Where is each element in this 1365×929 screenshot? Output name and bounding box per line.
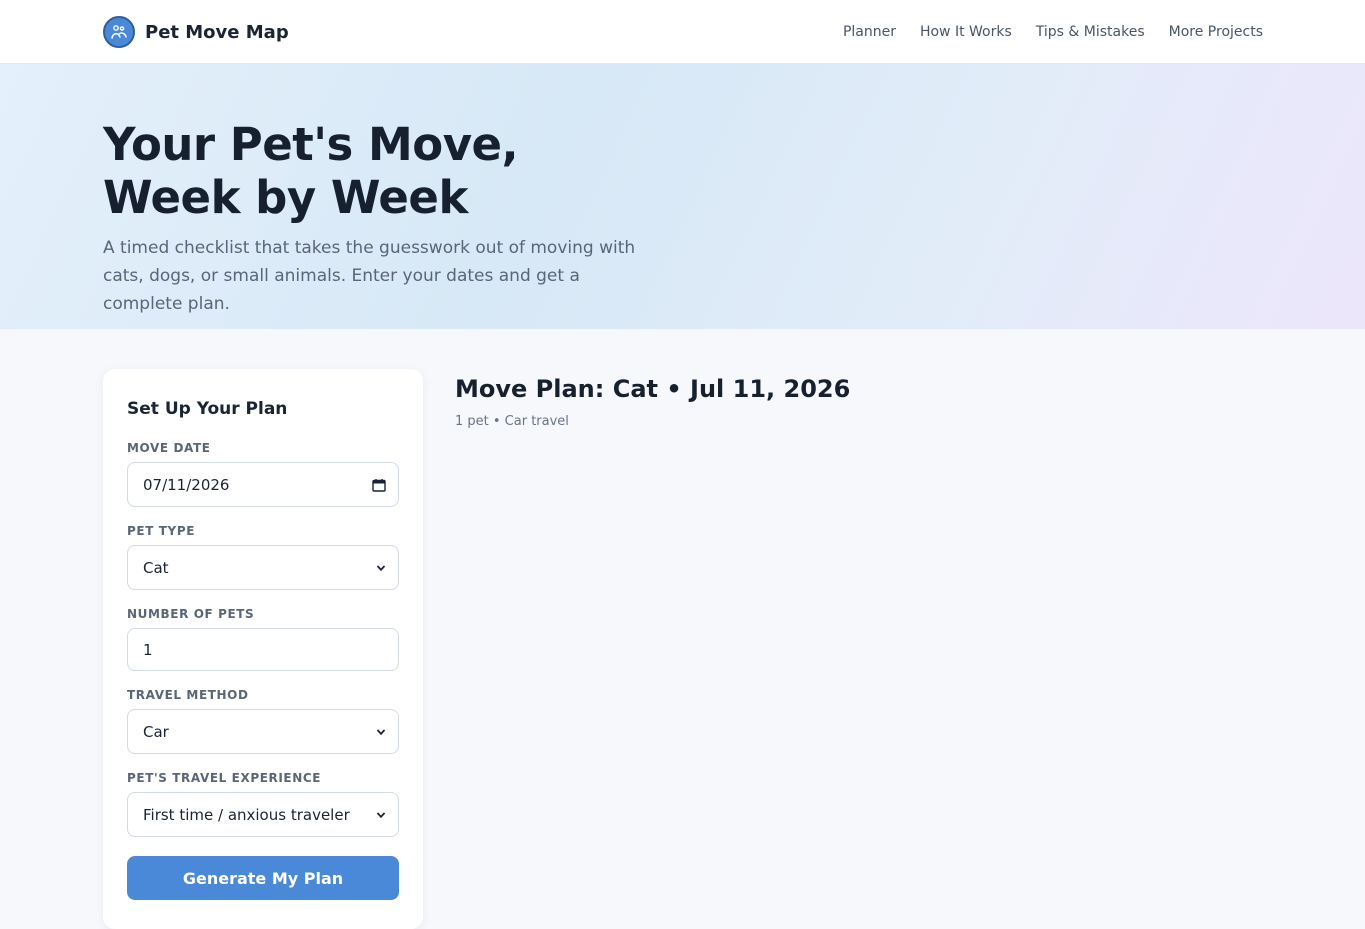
- num-pets-label: Number of Pets: [127, 607, 255, 621]
- experience-select[interactable]: First time / anxious traveler: [127, 792, 399, 837]
- experience-label: Pet's Travel Experience: [127, 771, 322, 785]
- hero-title-line-2: Week by Week: [103, 171, 468, 224]
- experience-field: Pet's Travel Experience First time / anx…: [127, 771, 399, 837]
- plan-title: Move Plan: Cat • Jul 11, 2026: [455, 375, 851, 403]
- pet-type-label: Pet Type: [127, 524, 196, 538]
- chevron-down-icon: [376, 564, 386, 571]
- num-pets-input[interactable]: 1: [127, 628, 399, 671]
- chevron-down-icon: [376, 811, 386, 818]
- nav-link-how-it-works[interactable]: How It Works: [920, 24, 1012, 40]
- travel-method-select[interactable]: Car: [127, 709, 399, 754]
- card-title: Set Up Your Plan: [127, 399, 288, 419]
- hero-subtitle: A timed checklist that takes the guesswo…: [103, 238, 636, 314]
- nav-link-planner[interactable]: Planner: [843, 24, 896, 40]
- hero-title-line-1: Your Pet's Move,: [103, 118, 519, 171]
- pet-type-field: Pet Type Cat: [127, 524, 399, 590]
- travel-method-field: Travel Method Car: [127, 688, 399, 754]
- pet-type-select[interactable]: Cat: [127, 545, 399, 590]
- travel-method-value: Car: [143, 722, 169, 741]
- brand-name: Pet Move Map: [145, 21, 289, 43]
- plan-meta: 1 pet • Car travel: [455, 414, 569, 429]
- num-pets-field: Number of Pets 1: [127, 607, 399, 671]
- num-pets-value: 1: [143, 640, 153, 659]
- travel-method-label: Travel Method: [127, 688, 249, 702]
- nav-link-more-projects[interactable]: More Projects: [1169, 24, 1263, 40]
- experience-value: First time / anxious traveler: [143, 805, 350, 824]
- move-date-value: 07/11/2026: [143, 475, 230, 494]
- paw-logo-icon: [103, 16, 135, 48]
- pet-type-value: Cat: [143, 558, 169, 577]
- nav-link-tips-mistakes[interactable]: Tips & Mistakes: [1036, 24, 1145, 40]
- top-nav: Pet Move Map Planner How It Works Tips &…: [0, 0, 1365, 64]
- hero-title: Your Pet's Move, Week by Week: [103, 118, 703, 224]
- nav-links: Planner How It Works Tips & Mistakes Mor…: [843, 0, 1263, 64]
- generate-plan-button[interactable]: Generate My Plan: [127, 856, 399, 900]
- brand-link[interactable]: Pet Move Map: [103, 16, 289, 48]
- move-date-label: Move Date: [127, 441, 211, 455]
- move-date-field: Move Date 07/11/2026: [127, 441, 399, 507]
- chevron-down-icon: [376, 728, 386, 735]
- hero-section: Your Pet's Move, Week by Week A timed ch…: [0, 64, 1365, 329]
- move-date-input[interactable]: 07/11/2026: [127, 462, 399, 507]
- calendar-icon[interactable]: [372, 478, 386, 492]
- plan-setup-card: Set Up Your Plan Move Date 07/11/2026 Pe…: [103, 369, 423, 929]
